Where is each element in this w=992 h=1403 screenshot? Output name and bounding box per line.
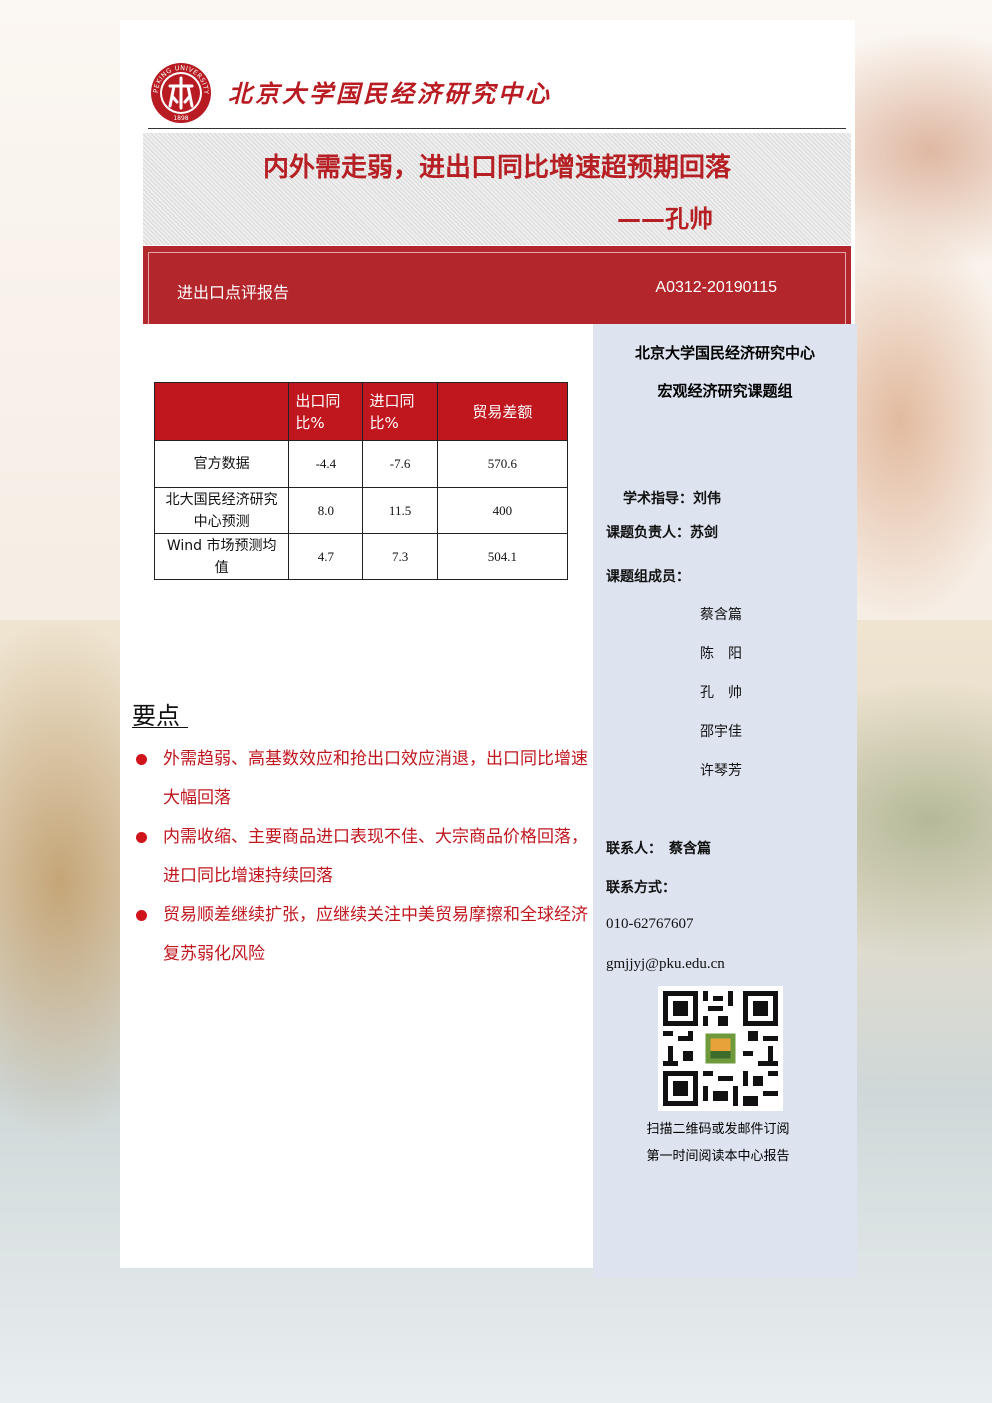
key-points-list: 外需趋弱、高基数效应和抢出口效应消退，出口同比增速大幅回落 内需收缩、主要商品进… [134,740,594,974]
title-band: 内外需走弱，进出口同比增速超预期回落 ——孔帅 [143,133,851,245]
header-divider [148,128,846,129]
table-header-cell: 出口同比% [288,382,364,441]
table-cell: 8.0 [288,487,364,534]
sidebar-email[interactable]: gmjjyj@pku.edu.cn [606,956,725,973]
key-points-underline [132,727,188,728]
table-cell: 4.7 [288,533,364,580]
sidebar-group-name: 宏观经济研究课题组 [657,382,793,400]
table-cell: 11.5 [362,487,438,534]
report-code: A0312-20190115 [655,279,777,296]
svg-text:1898: 1898 [173,115,188,122]
table-row: 官方数据 -4.4 -7.6 570.6 [153,440,569,488]
sidebar-member: 邵宇佳 [700,724,742,740]
table-cell: -4.4 [288,440,364,488]
sidebar-lead: 课题负责人：苏剑 [606,525,718,541]
key-points-title: 要点 [132,702,180,730]
forecast-table: 出口同比% 进口同比% 贸易差额 官方数据 -4.4 -7.6 570.6 北大… [153,382,569,580]
sidebar-contact-person: 联系人： 蔡含篇 [606,841,711,857]
table-cell: 北大国民经济研究中心预测 [153,487,290,534]
report-info-frame: 进出口点评报告 A0312-20190115 [148,252,846,324]
table-header-cell: 贸易差额 [436,382,569,441]
sidebar-org-name: 北京大学国民经济研究中心 [634,344,815,362]
table-cell: Wind 市场预测均值 [153,533,290,580]
sidebar-phone: 010-62767607 [606,916,694,932]
report-type: 进出口点评报告 [177,283,290,302]
table-cell: 官方数据 [153,440,290,488]
table-cell: 7.3 [362,533,438,580]
report-title: 内外需走弱，进出口同比增速超预期回落 [262,153,731,183]
list-item: 外需趋弱、高基数效应和抢出口效应消退，出口同比增速大幅回落 [134,740,594,818]
report-author: ——孔帅 [617,205,713,233]
report-info-band: 进出口点评报告 A0312-20190115 [143,246,851,324]
sidebar-member: 许琴芳 [700,763,742,779]
sidebar-member: 孔 帅 [700,685,742,701]
list-item: 内需收缩、主要商品进口表现不佳、大宗商品价格回落，进口同比增速持续回落 [134,818,594,896]
table-header-cell [153,382,290,441]
table-row: 北大国民经济研究中心预测 8.0 11.5 400 [153,487,569,534]
qr-caption-line1: 扫描二维码或发邮件订阅 [646,1122,790,1137]
table-cell: -7.6 [362,440,438,488]
table-cell: 570.6 [436,440,569,488]
sidebar-advisor: 学术指导：刘伟 [623,491,721,507]
table-row: Wind 市场预测均值 4.7 7.3 504.1 [153,533,569,580]
list-item: 贸易顺差继续扩张，应继续关注中美贸易摩擦和全球经济复苏弱化风险 [134,896,594,974]
sidebar-member: 蔡含篇 [700,607,742,623]
table-cell: 400 [436,487,569,534]
university-seal-logo: PEKING UNIVERSITY 1898 [151,63,211,123]
table-cell: 504.1 [436,533,569,580]
table-header-cell: 进口同比% [362,382,438,441]
sidebar-members-label: 课题组成员： [606,569,690,585]
sidebar-panel: 北京大学国民经济研究中心 宏观经济研究课题组 学术指导：刘伟 课题负责人：苏剑 … [593,324,857,1278]
qr-caption-line2: 第一时间阅读本中心报告 [646,1149,790,1164]
table-header-row: 出口同比% 进口同比% 贸易差额 [153,382,569,441]
bullet-icon [136,832,147,843]
header-org-name: 北京大学国民经济研究中心 [228,79,552,108]
sidebar-member: 陈 阳 [700,646,742,662]
bullet-icon [136,754,147,765]
qr-code-icon[interactable] [658,986,783,1111]
sidebar-contact-label: 联系方式： [606,880,676,896]
bullet-icon [136,910,147,921]
